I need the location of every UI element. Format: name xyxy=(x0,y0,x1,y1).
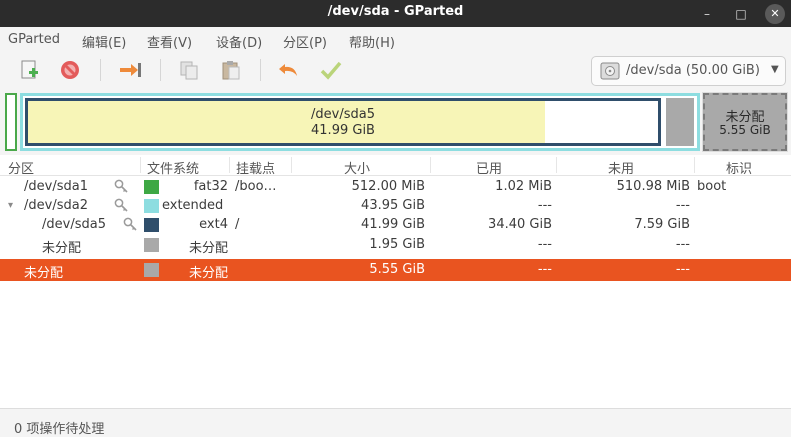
partition-block-unallocated-inner[interactable] xyxy=(666,98,694,146)
used-value: 34.40 GiB xyxy=(488,217,552,232)
paste-icon[interactable] xyxy=(218,58,244,82)
fs-type: 未分配 xyxy=(188,241,228,256)
col-partition[interactable]: 分区 xyxy=(8,158,34,177)
delete-icon[interactable] xyxy=(57,58,83,82)
partition-name: /dev/sda2 xyxy=(24,198,88,213)
partition-block-unallocated[interactable]: 未分配 5.55 GiB xyxy=(702,92,788,152)
col-used[interactable]: 已用 xyxy=(476,158,502,177)
col-unused[interactable]: 未用 xyxy=(608,158,634,177)
sda5-map-size: 41.99 GiB xyxy=(311,123,375,138)
col-mountpoint[interactable]: 挂载点 xyxy=(236,158,275,177)
size-value: 1.95 GiB xyxy=(369,237,425,252)
chevron-down-icon: ▼ xyxy=(771,64,779,75)
size-value: 5.55 GiB xyxy=(369,262,425,277)
key-icon xyxy=(113,197,129,213)
partition-name: 未分配 xyxy=(42,241,82,256)
resize-move-icon[interactable] xyxy=(117,58,143,82)
key-icon xyxy=(122,216,138,232)
table-row[interactable]: 未分配 未分配 1.95 GiB --- --- xyxy=(0,235,791,256)
used-value: --- xyxy=(537,262,552,277)
table-row-selected[interactable]: 未分配 未分配 5.55 GiB --- --- xyxy=(0,259,791,281)
menu-view[interactable]: 查看(V) xyxy=(147,32,192,51)
size-value: 41.99 GiB xyxy=(361,217,425,232)
unused-value: --- xyxy=(675,237,690,252)
unused-value: --- xyxy=(675,262,690,277)
partition-table: 分区 文件系统 挂载点 大小 已用 未用 标识 /dev/sda1 fat32 … xyxy=(0,155,791,408)
size-value: 43.95 GiB xyxy=(361,198,425,213)
col-filesystem[interactable]: 文件系统 xyxy=(147,158,199,177)
partition-name: /dev/sda1 xyxy=(24,179,88,194)
size-value: 512.00 MiB xyxy=(351,179,425,194)
partition-block-sda5[interactable]: /dev/sda5 41.99 GiB xyxy=(25,98,661,146)
fs-color-swatch xyxy=(144,199,159,213)
window-title: /dev/sda - GParted xyxy=(327,4,464,19)
maximize-button[interactable]: □ xyxy=(731,4,751,24)
mount-point: / xyxy=(235,217,240,232)
pending-operations-text: 0 项操作待处理 xyxy=(14,422,105,437)
key-icon xyxy=(113,178,129,194)
apply-icon[interactable] xyxy=(318,58,344,82)
table-row[interactable]: ▾ /dev/sda2 extended 43.95 GiB --- --- xyxy=(0,196,791,216)
disk-icon xyxy=(600,62,620,80)
used-value: --- xyxy=(537,198,552,213)
device-label: /dev/sda (50.00 GiB) xyxy=(626,63,760,78)
minimize-button[interactable]: – xyxy=(697,4,717,24)
table-row[interactable]: /dev/sda5 ext4 / 41.99 GiB 34.40 GiB 7.5… xyxy=(0,215,791,235)
title-bar: /dev/sda - GParted – □ ✕ xyxy=(0,0,791,27)
toolbar: /dev/sda (50.00 GiB) ▼ xyxy=(0,52,791,89)
partition-block-sda1[interactable] xyxy=(5,93,17,151)
partition-name: 未分配 xyxy=(24,266,64,281)
table-header: 分区 文件系统 挂载点 大小 已用 未用 标识 xyxy=(0,155,791,177)
menu-edit[interactable]: 编辑(E) xyxy=(82,32,126,51)
fs-type: ext4 xyxy=(199,217,228,232)
unallocated-map-size: 5.55 GiB xyxy=(719,123,771,137)
fs-type: 未分配 xyxy=(188,266,228,281)
col-flags[interactable]: 标识 xyxy=(726,158,752,177)
menu-device[interactable]: 设备(D) xyxy=(216,32,262,51)
menu-bar: GParted 编辑(E) 查看(V) 设备(D) 分区(P) 帮助(H) xyxy=(0,27,791,52)
new-partition-icon[interactable] xyxy=(16,58,42,82)
unused-value: 7.59 GiB xyxy=(634,217,690,232)
fs-color-swatch xyxy=(144,263,159,277)
device-selector[interactable]: /dev/sda (50.00 GiB) ▼ xyxy=(591,56,786,86)
fs-type: extended xyxy=(162,198,224,213)
fs-type: fat32 xyxy=(193,179,228,194)
table-row[interactable]: /dev/sda1 fat32 /boo… 512.00 MiB 1.02 Mi… xyxy=(0,177,791,197)
status-bar: 0 项操作待处理 xyxy=(0,408,791,437)
menu-help[interactable]: 帮助(H) xyxy=(349,32,395,51)
expander-icon[interactable]: ▾ xyxy=(8,200,13,211)
unused-value: --- xyxy=(675,198,690,213)
used-value: --- xyxy=(537,237,552,252)
sda5-map-name: /dev/sda5 xyxy=(311,107,375,122)
fs-color-swatch xyxy=(144,218,159,232)
fs-color-swatch xyxy=(144,238,159,252)
unused-value: 510.98 MiB xyxy=(616,179,690,194)
copy-icon[interactable] xyxy=(176,58,202,82)
used-value: 1.02 MiB xyxy=(495,179,552,194)
partition-name: /dev/sda5 xyxy=(42,217,106,232)
flags-value: boot xyxy=(697,179,727,194)
mount-point: /boo… xyxy=(235,179,277,194)
partition-map: /dev/sda5 41.99 GiB 未分配 5.55 GiB xyxy=(0,89,791,155)
fs-color-swatch xyxy=(144,180,159,194)
menu-partition[interactable]: 分区(P) xyxy=(283,32,327,51)
menu-gparted[interactable]: GParted xyxy=(8,32,60,47)
undo-icon[interactable] xyxy=(276,58,302,82)
close-button[interactable]: ✕ xyxy=(765,4,785,24)
col-size[interactable]: 大小 xyxy=(344,158,370,177)
